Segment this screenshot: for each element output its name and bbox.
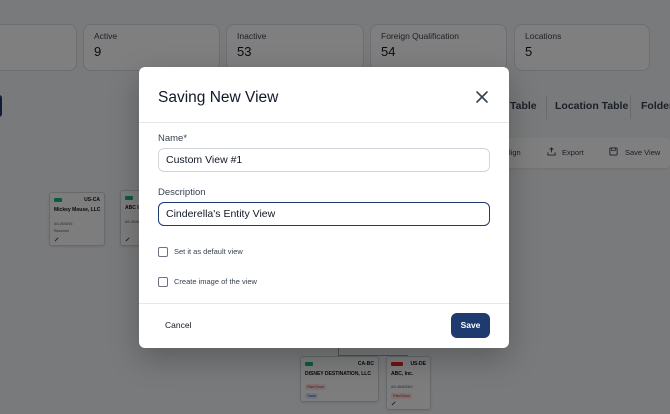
save-view-dialog: Saving New View Name* Description Set it… [139,67,509,348]
name-label: Name* [158,133,188,144]
create-image-label: Create image of the view [174,277,257,286]
close-icon[interactable] [474,89,490,105]
default-view-label: Set it as default view [174,247,243,256]
name-input[interactable] [158,148,490,172]
cancel-button[interactable]: Cancel [157,316,199,334]
description-label: Description [158,187,206,198]
default-view-checkbox[interactable] [158,247,168,257]
header-divider [139,122,509,123]
description-input[interactable] [158,202,490,226]
save-button[interactable]: Save [451,313,490,338]
dialog-title: Saving New View [158,89,279,106]
footer-divider [139,303,509,304]
create-image-checkbox[interactable] [158,277,168,287]
